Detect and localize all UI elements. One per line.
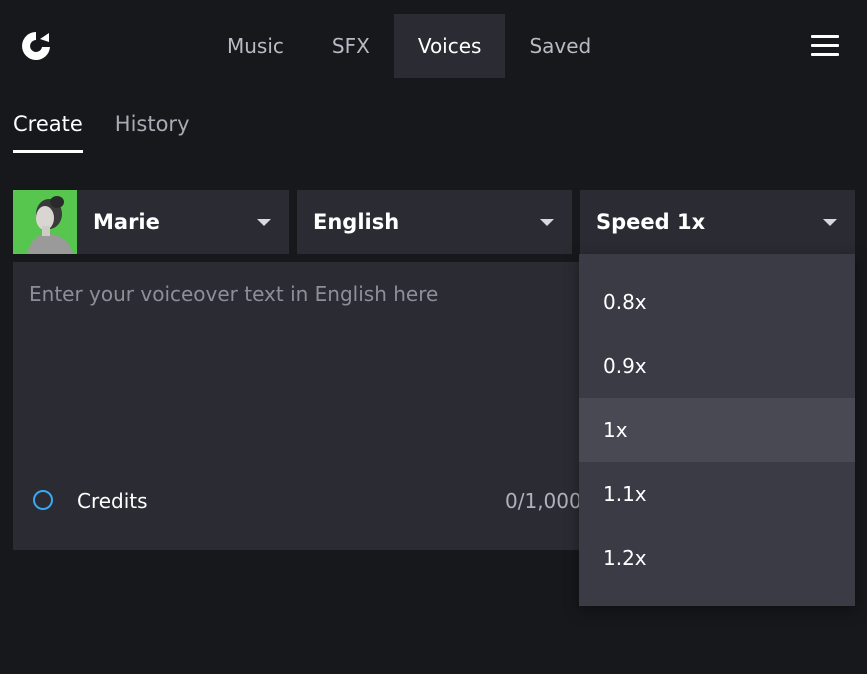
speed-option-1-2x[interactable]: 1.2x xyxy=(579,526,855,590)
language-select[interactable]: English xyxy=(297,190,572,254)
character-count: 0/1,000 xyxy=(505,489,582,513)
speed-select-value: Speed 1x xyxy=(596,210,706,234)
tab-history[interactable]: History xyxy=(115,112,190,153)
speed-option-1x[interactable]: 1x xyxy=(579,398,855,462)
caret-down-icon xyxy=(540,219,554,226)
caret-down-icon xyxy=(823,219,837,226)
voice-select-value: Marie xyxy=(93,210,160,234)
top-nav: Music SFX Voices Saved xyxy=(203,14,615,78)
tab-create[interactable]: Create xyxy=(13,112,83,153)
speed-option-0-8x[interactable]: 0.8x xyxy=(579,270,855,334)
nav-sfx[interactable]: SFX xyxy=(308,14,394,78)
hamburger-menu-icon[interactable] xyxy=(811,35,839,57)
speed-option-0-9x[interactable]: 0.9x xyxy=(579,334,855,398)
nav-voices[interactable]: Voices xyxy=(393,14,506,78)
credits-circle-icon xyxy=(33,490,53,510)
subtabs: Create History xyxy=(13,112,222,153)
caret-down-icon xyxy=(257,219,271,226)
credits-label: Credits xyxy=(77,489,148,513)
logo-icon[interactable] xyxy=(20,30,52,64)
nav-saved[interactable]: Saved xyxy=(505,14,615,78)
voice-avatar xyxy=(13,190,77,254)
voice-select[interactable]: Marie xyxy=(13,190,289,254)
speed-option-1-1x[interactable]: 1.1x xyxy=(579,462,855,526)
language-select-value: English xyxy=(313,210,400,234)
voiceover-text-area[interactable]: Enter your voiceover text in English her… xyxy=(13,262,582,550)
nav-music[interactable]: Music xyxy=(203,14,308,78)
speed-select[interactable]: Speed 1x xyxy=(580,190,855,254)
speed-dropdown-menu: 0.8x 0.9x 1x 1.1x 1.2x xyxy=(579,254,855,606)
voiceover-placeholder: Enter your voiceover text in English her… xyxy=(29,282,439,306)
